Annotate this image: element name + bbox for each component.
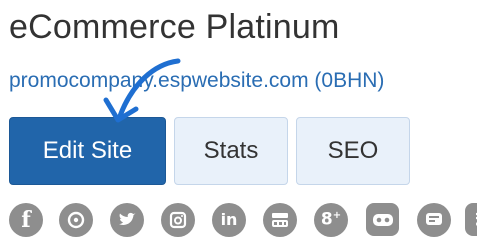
facebook-icon[interactable]: f <box>9 203 43 237</box>
google-plus-icon[interactable]: 8+ <box>314 203 348 237</box>
instagram-icon[interactable] <box>161 203 195 237</box>
site-url-link[interactable]: promocompany.espwebsite.com (0BHN) <box>9 69 384 93</box>
stats-button[interactable]: Stats <box>174 117 288 185</box>
rss-icon[interactable] <box>465 203 477 236</box>
edit-site-button[interactable]: Edit Site <box>9 117 166 185</box>
flickr-icon[interactable] <box>366 203 399 236</box>
twitter-icon[interactable] <box>110 203 144 237</box>
linkedin-icon[interactable]: in <box>212 203 246 237</box>
seo-button[interactable]: SEO <box>296 117 410 185</box>
youtube-icon[interactable] <box>263 203 297 237</box>
pinterest-icon[interactable] <box>59 203 93 237</box>
blog-icon[interactable] <box>417 203 451 237</box>
site-title: eCommerce Platinum <box>9 8 340 46</box>
website-card: eCommerce Platinum promocompany.espwebsi… <box>0 0 477 246</box>
